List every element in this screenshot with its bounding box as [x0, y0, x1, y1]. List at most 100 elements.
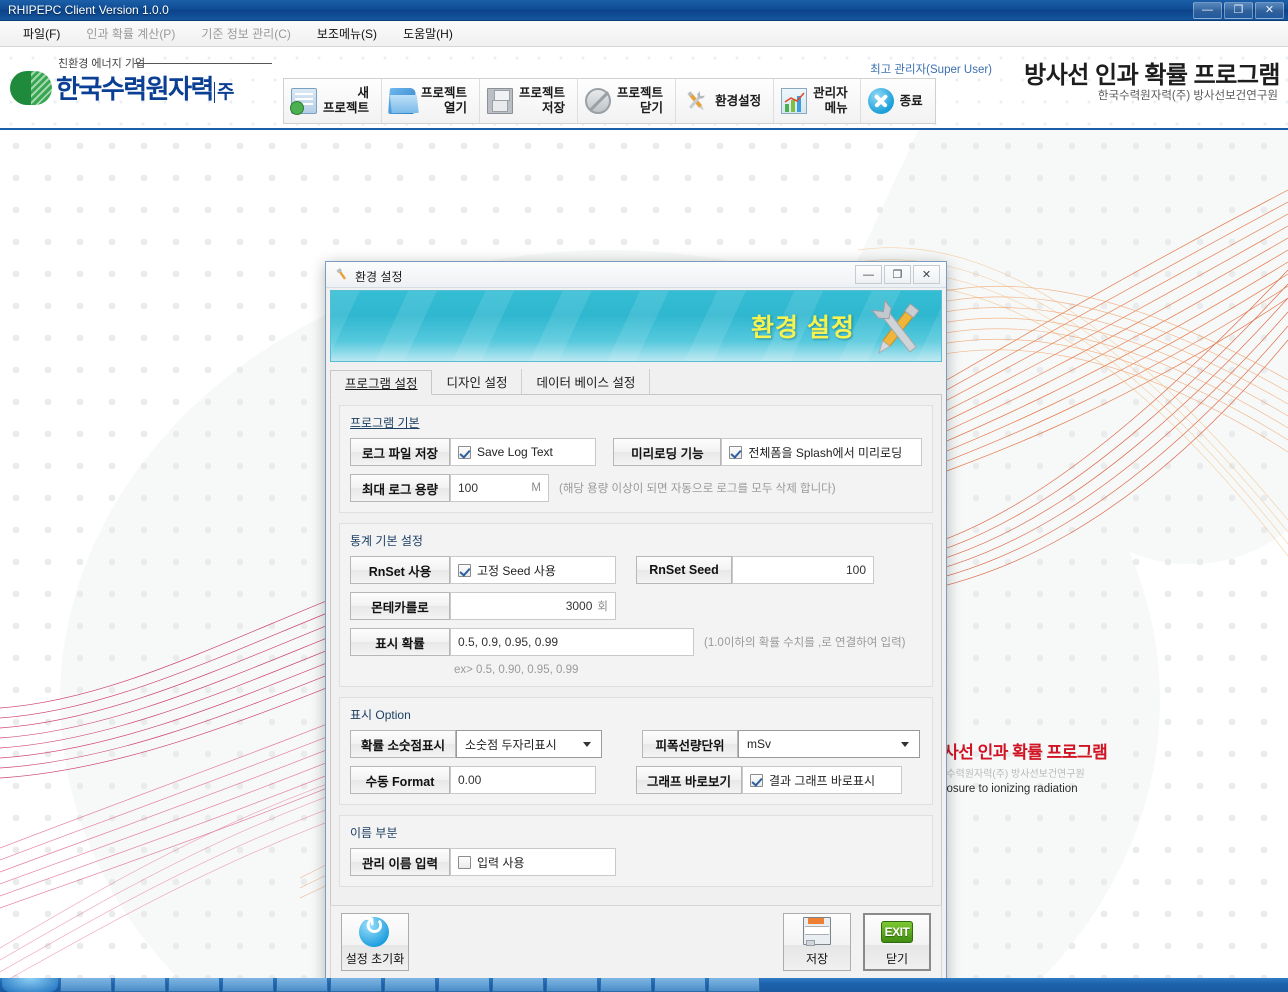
dialog-minimize-button[interactable]: —	[855, 265, 882, 284]
fixed-seed-checkbox[interactable]	[458, 563, 471, 577]
save-log-text-checkbox-group[interactable]: Save Log Text	[458, 445, 553, 459]
watermark-english: exposure to ionizing radiation	[928, 783, 1078, 795]
preload-splash-checkbox[interactable]	[729, 445, 743, 459]
decimal-display-select[interactable]: 소숫점 두자리표시	[455, 730, 602, 758]
preload-splash-label: 전체폼을 Splash에서 미리로딩	[748, 445, 903, 460]
application-window: RHIPEPC Client Version 1.0.0 — ❐ ✕ 파일(F)…	[0, 0, 1288, 992]
montecarlo-button[interactable]: 몬테카를로	[350, 592, 450, 620]
result-graph-checkbox[interactable]	[749, 773, 763, 787]
max-log-size-input[interactable]: 100 M	[450, 474, 549, 502]
menu-sub[interactable]: 보조메뉴(S)	[304, 22, 390, 45]
manual-format-input[interactable]: 0.00	[450, 766, 596, 794]
taskbar-item[interactable]	[384, 978, 436, 992]
taskbar-item[interactable]	[60, 978, 112, 992]
no-entry-icon	[585, 88, 612, 114]
taskbar-item[interactable]	[546, 978, 598, 992]
wrench-screwdriver-icon	[857, 295, 937, 361]
montecarlo-input[interactable]: 3000 회	[450, 592, 616, 620]
taskbar-item[interactable]	[708, 978, 760, 992]
chevron-down-icon	[900, 741, 909, 747]
dose-unit-select[interactable]: mSv	[737, 730, 920, 758]
program-watermark: 방사선 인과 확률 프로그램 한국수력원자력(주) 방사선보건연구원 expos…	[885, 735, 1228, 795]
taskbar-item[interactable]	[492, 978, 544, 992]
dialog-maximize-button[interactable]: ❐	[884, 265, 911, 284]
max-log-size-button[interactable]: 최대 로그 용량	[350, 474, 450, 502]
taskbar[interactable]	[0, 978, 1288, 992]
toolbar-close-project[interactable]: 프로젝트 닫기	[578, 79, 677, 123]
taskbar-item[interactable]	[168, 978, 220, 992]
log-save-check-field[interactable]: Save Log Text	[450, 438, 596, 466]
group-program-basics-title: 프로그램 기본	[350, 416, 420, 430]
menu-probability-calc[interactable]: 인과 확률 계산(P)	[73, 22, 188, 45]
toolbar-new-project-label: 새 프로젝트	[323, 86, 370, 115]
toolbar-admin-menu[interactable]: 관리자 메뉴	[774, 79, 861, 123]
start-button[interactable]	[2, 978, 58, 992]
taskbar-item[interactable]	[276, 978, 328, 992]
use-input-checkbox[interactable]	[458, 855, 471, 869]
watermark-title: 방사선 인과 확률 프로그램	[928, 743, 1108, 762]
toolbar-new-project[interactable]: 새 프로젝트	[284, 79, 383, 123]
dialog-body: 프로그램 기본 로그 파일 저장 Save Log Text 미리로딩 기능 전…	[330, 395, 942, 925]
rnset-seed-input[interactable]: 100	[732, 556, 874, 584]
dose-unit-value: mSv	[746, 737, 771, 751]
use-input-checkbox-group[interactable]: 입력 사용	[458, 854, 525, 871]
rnset-seed-button[interactable]: RnSet Seed	[636, 556, 732, 584]
display-probability-button[interactable]: 표시 확률	[350, 628, 450, 656]
menu-reference-info[interactable]: 기준 정보 관리(C)	[188, 22, 304, 45]
row-display-probability: 표시 확률 0.5, 0.9, 0.95, 0.99 (1.0이하의 확률 수치…	[350, 628, 922, 656]
row-log-save: 로그 파일 저장 Save Log Text 미리로딩 기능 전체폼을 Spla…	[350, 438, 922, 466]
graph-quickview-button[interactable]: 그래프 바로보기	[636, 766, 742, 794]
close-dialog-button[interactable]: EXIT 닫기	[863, 913, 931, 971]
preload-splash-checkbox-group[interactable]: 전체폼을 Splash에서 미리로딩	[729, 444, 902, 461]
decimal-display-button[interactable]: 확률 소숫점표시	[350, 730, 456, 758]
reset-settings-button[interactable]: 설정 초기화	[341, 913, 409, 971]
tab-program-settings[interactable]: 프로그램 설정	[330, 370, 433, 395]
fixed-seed-label: 고정 Seed 사용	[477, 563, 556, 578]
result-graph-checkbox-group[interactable]: 결과 그래프 바로표시	[749, 772, 875, 789]
toolbar-close-project-label: 프로젝트 닫기	[617, 86, 664, 115]
menu-help[interactable]: 도움말(H)	[390, 22, 466, 45]
toolbar-save-project-label: 프로젝트 저장	[519, 86, 566, 115]
row-max-log-size: 최대 로그 용량 100 M (해당 용량 이상이 되면 자동으로 로그를 모두…	[350, 474, 922, 502]
fixed-seed-checkbox-group[interactable]: 고정 Seed 사용	[458, 562, 556, 579]
rnset-check-field[interactable]: 고정 Seed 사용	[450, 556, 616, 584]
app-subtitle: 한국수력원자력(주) 방사선보건연구원	[1097, 90, 1278, 102]
preload-check-field[interactable]: 전체폼을 Splash에서 미리로딩	[721, 438, 922, 466]
taskbar-item[interactable]	[654, 978, 706, 992]
toolbar-exit[interactable]: 종료	[860, 79, 935, 123]
dialog-close-button[interactable]: ✕	[913, 265, 940, 284]
manual-format-button[interactable]: 수동 Format	[350, 766, 450, 794]
app-title: 방사선 인과 확률 프로그램	[1024, 62, 1280, 89]
maximize-button[interactable]: ❐	[1224, 2, 1253, 19]
save-log-text-label: Save Log Text	[477, 445, 553, 459]
display-probability-input[interactable]: 0.5, 0.9, 0.95, 0.99	[450, 628, 694, 656]
toolbar-save-project[interactable]: 프로젝트 저장	[480, 79, 579, 123]
taskbar-item[interactable]	[330, 978, 382, 992]
window-controls: — ❐ ✕	[1193, 2, 1284, 19]
manager-name-button[interactable]: 관리 이름 입력	[350, 848, 450, 876]
app-header: 친환경 에너지 기업 한국수력원자력 주 새 프로젝트 프로젝트 열기 프로젝트 …	[0, 47, 1288, 130]
save-button[interactable]: 저장	[783, 913, 851, 971]
manager-name-check-field[interactable]: 입력 사용	[450, 848, 616, 876]
tab-database-settings[interactable]: 데이터 베이스 설정	[522, 369, 651, 394]
taskbar-item[interactable]	[600, 978, 652, 992]
menu-file[interactable]: 파일(F)	[10, 22, 73, 45]
log-save-button[interactable]: 로그 파일 저장	[350, 438, 450, 466]
save-log-text-checkbox[interactable]	[458, 445, 471, 459]
taskbar-item[interactable]	[438, 978, 490, 992]
rnset-use-button[interactable]: RnSet 사용	[350, 556, 450, 584]
taskbar-item[interactable]	[222, 978, 274, 992]
group-name-part: 이름 부분 관리 이름 입력 입력 사용	[339, 815, 933, 887]
minimize-button[interactable]: —	[1193, 2, 1222, 19]
toolbar-env-settings[interactable]: 환경설정	[676, 79, 775, 123]
dose-unit-button[interactable]: 피폭선량단위	[641, 730, 738, 758]
taskbar-item[interactable]	[114, 978, 166, 992]
tab-design-settings[interactable]: 디자인 설정	[432, 369, 523, 394]
graph-check-field[interactable]: 결과 그래프 바로표시	[741, 766, 902, 794]
close-button[interactable]: ✕	[1255, 2, 1284, 19]
row-manager-name: 관리 이름 입력 입력 사용	[350, 848, 922, 876]
toolbar-open-project[interactable]: 프로젝트 열기	[382, 79, 481, 123]
decimal-display-value: 소숫점 두자리표시	[464, 737, 557, 752]
client-area: 방사선 인과 확률 프로그램 한국수력원자력(주) 방사선보건연구원 expos…	[0, 130, 1288, 978]
preload-button[interactable]: 미리로딩 기능	[613, 438, 722, 466]
